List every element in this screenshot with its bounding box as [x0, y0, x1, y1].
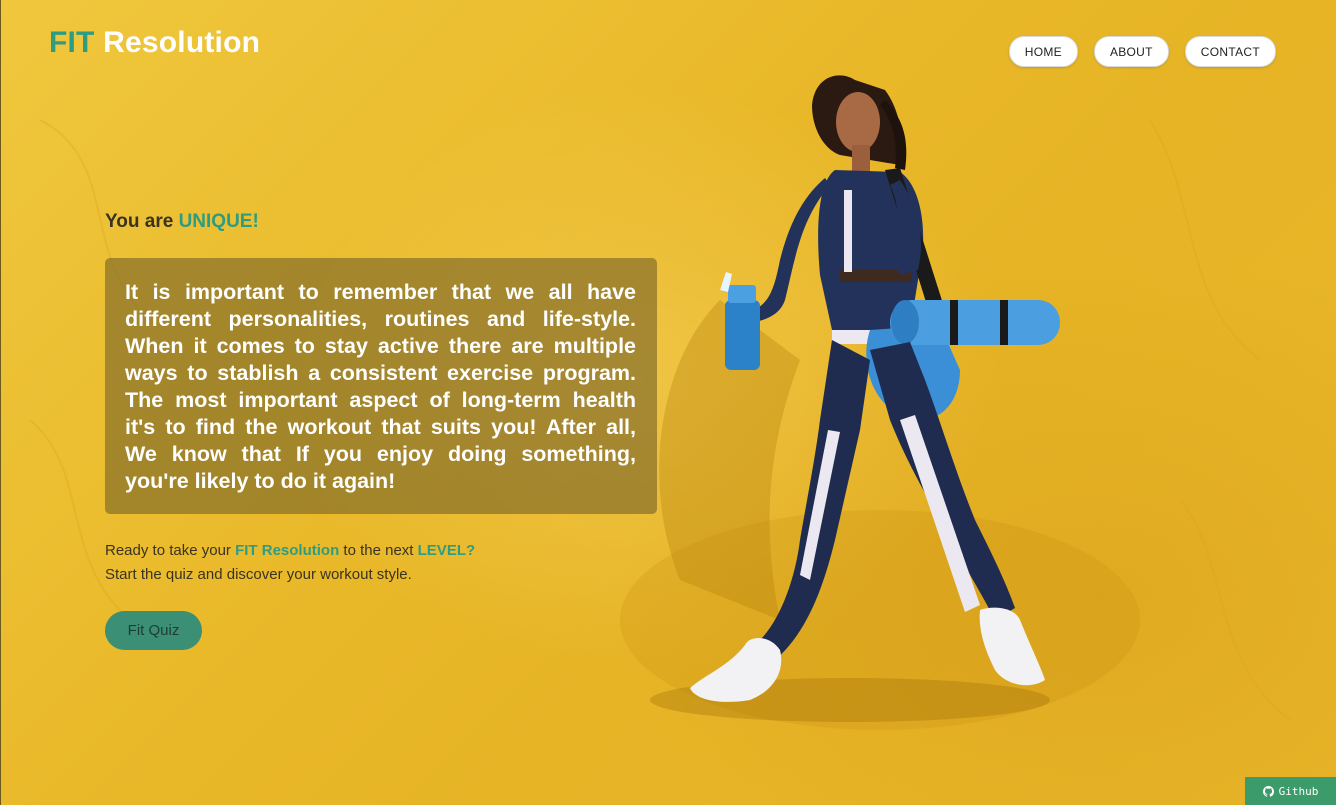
tagline-prefix: You are [105, 211, 179, 232]
tagline-accent: UNIQUE! [178, 211, 259, 232]
cta-line-2: Start the quiz and discover your workout… [105, 566, 412, 583]
github-icon [1262, 785, 1274, 797]
intro-paragraph: It is important to remember that we all … [125, 280, 636, 493]
github-link[interactable]: Github [1245, 777, 1336, 805]
hero-tagline: You are UNIQUE! [105, 208, 259, 236]
woman-walking-image [650, 75, 1060, 722]
logo-fit-text: FIT [49, 26, 95, 59]
site-logo[interactable]: FIT Resolution [49, 24, 260, 62]
cta-line-1-start: Ready to take your [105, 542, 236, 559]
cta-brand: FIT Resolution [235, 542, 340, 559]
cta-line-1-middle: to the next [339, 542, 418, 559]
cta-level: LEVEL? [417, 542, 476, 559]
github-label: Github [1278, 784, 1319, 798]
cta-line-1: Ready to take your FIT Resolution to the… [105, 539, 475, 563]
fit-quiz-button[interactable]: Fit Quiz [105, 611, 202, 650]
logo-resolution-text: Resolution [103, 26, 261, 59]
intro-card: It is important to remember that we all … [105, 258, 657, 514]
cta-text: Ready to take your FIT Resolution to the… [105, 539, 475, 587]
nav-contact-button[interactable]: CONTACT [1184, 36, 1276, 67]
